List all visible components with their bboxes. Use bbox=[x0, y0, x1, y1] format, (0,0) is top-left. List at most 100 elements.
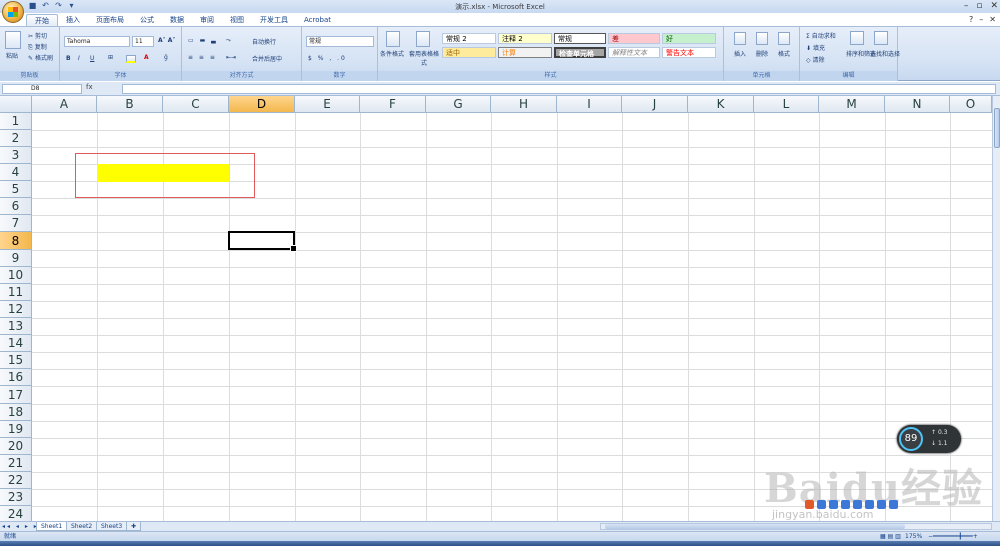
row-header-16[interactable]: 16 bbox=[0, 369, 32, 386]
tab-view[interactable]: 视图 bbox=[222, 14, 252, 26]
style-normal[interactable]: 常规 bbox=[554, 33, 606, 44]
find-select-icon[interactable] bbox=[874, 31, 888, 45]
help-icon[interactable]: ? bbox=[969, 15, 973, 24]
column-header-i[interactable]: I bbox=[557, 96, 622, 113]
wrap-text-button[interactable]: 自动换行 bbox=[252, 37, 276, 46]
row-header-19[interactable]: 19 bbox=[0, 421, 32, 438]
row-header-14[interactable]: 14 bbox=[0, 335, 32, 352]
zoom-slider[interactable]: −━━━━━━━╋━━━+ bbox=[928, 532, 978, 541]
row-header-10[interactable]: 10 bbox=[0, 267, 32, 284]
column-header-m[interactable]: M bbox=[819, 96, 885, 113]
tab-page-layout[interactable]: 页面布局 bbox=[88, 14, 132, 26]
tab-acrobat[interactable]: Acrobat bbox=[296, 14, 339, 26]
horizontal-scroll-thumb[interactable] bbox=[605, 524, 905, 529]
format-cells-icon[interactable] bbox=[778, 32, 790, 45]
row-header-11[interactable]: 11 bbox=[0, 284, 32, 301]
horizontal-align-icons[interactable]: ≡ ≡ ≡ bbox=[188, 54, 217, 61]
tab-insert[interactable]: 插入 bbox=[58, 14, 88, 26]
style-neutral[interactable]: 适中 bbox=[442, 47, 496, 58]
row-header-24[interactable]: 24 bbox=[0, 506, 32, 521]
insert-sheet-icon[interactable]: ✚ bbox=[126, 522, 142, 531]
insert-cells-icon[interactable] bbox=[734, 32, 746, 45]
column-header-f[interactable]: F bbox=[360, 96, 426, 113]
workbook-close-icon[interactable]: ✕ bbox=[989, 15, 996, 24]
font-name-select[interactable]: Tahoma bbox=[64, 36, 130, 47]
row-header-18[interactable]: 18 bbox=[0, 404, 32, 421]
horizontal-scrollbar[interactable] bbox=[600, 523, 992, 530]
style-explanatory[interactable]: 解释性文本 bbox=[608, 47, 660, 58]
paste-icon[interactable] bbox=[5, 31, 21, 49]
close-icon[interactable]: ✕ bbox=[990, 1, 998, 11]
office-button[interactable] bbox=[2, 1, 24, 23]
style-warning[interactable]: 警告文本 bbox=[662, 47, 716, 58]
delete-cells-button[interactable]: 删除 bbox=[756, 49, 768, 58]
style-check-cell[interactable]: 检查单元格 bbox=[554, 47, 606, 58]
column-header-n[interactable]: N bbox=[885, 96, 950, 113]
row-header-17[interactable]: 17 bbox=[0, 386, 32, 404]
indent-icon[interactable]: ⇤⇥ bbox=[226, 54, 236, 61]
column-header-c[interactable]: C bbox=[163, 96, 229, 113]
format-as-table-icon[interactable] bbox=[416, 31, 430, 47]
row-header-13[interactable]: 13 bbox=[0, 318, 32, 335]
view-mode-icons[interactable]: ▦ ▤ ▥ bbox=[880, 532, 901, 541]
column-header-l[interactable]: L bbox=[754, 96, 819, 113]
tab-review[interactable]: 审阅 bbox=[192, 14, 222, 26]
active-cell-d8[interactable] bbox=[228, 231, 297, 252]
conditional-format-button[interactable]: 条件格式 bbox=[380, 49, 404, 58]
format-as-table-button[interactable]: 套用表格格式 bbox=[408, 49, 440, 67]
conditional-format-icon[interactable] bbox=[386, 31, 400, 47]
fill-button[interactable]: ⬇ 填充 bbox=[806, 43, 825, 52]
insert-cells-button[interactable]: 插入 bbox=[734, 49, 746, 58]
sort-filter-icon[interactable] bbox=[850, 31, 864, 45]
paste-button[interactable]: 粘贴 bbox=[6, 51, 18, 60]
find-select-button[interactable]: 查找和选择 bbox=[870, 49, 900, 58]
style-bad[interactable]: 差 bbox=[608, 33, 660, 44]
row-header-12[interactable]: 12 bbox=[0, 301, 32, 318]
column-header-a[interactable]: A bbox=[32, 96, 97, 113]
style-good[interactable]: 好 bbox=[662, 33, 716, 44]
workbook-minimize-icon[interactable]: – bbox=[979, 15, 983, 24]
orientation-icon[interactable]: ⤳ bbox=[226, 37, 231, 45]
name-box[interactable]: D8 bbox=[2, 84, 82, 94]
select-all-corner[interactable] bbox=[0, 96, 32, 113]
border-icon[interactable]: ⊞ bbox=[108, 54, 113, 61]
clear-button[interactable]: ◇ 清除 bbox=[806, 55, 825, 64]
format-cells-button[interactable]: 格式 bbox=[778, 49, 790, 58]
sheet-tab-sheet3[interactable]: Sheet3 bbox=[96, 522, 128, 531]
column-header-k[interactable]: K bbox=[688, 96, 754, 113]
grow-font-icon[interactable]: A˄ A˅ bbox=[158, 37, 175, 44]
style-normal-2[interactable]: 常规 2 bbox=[442, 33, 496, 44]
row-header-2[interactable]: 2 bbox=[0, 130, 32, 147]
phonetic-icon[interactable]: ğ bbox=[164, 54, 168, 61]
row-header-7[interactable]: 7 bbox=[0, 215, 32, 232]
column-header-o[interactable]: O bbox=[950, 96, 992, 113]
number-format-icons[interactable]: $ % , .0 bbox=[308, 55, 347, 62]
vertical-align-icons[interactable]: ▭ ▬ ▃ bbox=[188, 37, 218, 44]
column-header-b[interactable]: B bbox=[97, 96, 163, 113]
format-painter-button[interactable]: ✎ 格式刷 bbox=[28, 53, 53, 62]
fill-color-icon[interactable] bbox=[126, 55, 136, 63]
zoom-level[interactable]: 175% bbox=[905, 532, 922, 541]
column-header-e[interactable]: E bbox=[295, 96, 360, 113]
bold-button[interactable]: B bbox=[66, 55, 71, 62]
row-header-20[interactable]: 20 bbox=[0, 438, 32, 455]
column-header-h[interactable]: H bbox=[491, 96, 557, 113]
row-header-23[interactable]: 23 bbox=[0, 489, 32, 506]
copy-button[interactable]: ⎘ 复制 bbox=[28, 42, 47, 52]
italic-button[interactable]: I bbox=[78, 55, 80, 62]
column-header-d[interactable]: D bbox=[229, 96, 295, 113]
font-size-select[interactable]: 11 bbox=[132, 36, 154, 47]
maximize-icon[interactable]: ▫ bbox=[976, 1, 982, 11]
row-header-6[interactable]: 6 bbox=[0, 198, 32, 215]
ime-tool-icon[interactable] bbox=[877, 500, 886, 509]
merge-center-button[interactable]: 合并后居中 bbox=[252, 54, 282, 63]
network-speed-widget[interactable]: 89 ↑ 0.3 ↓ 1.1 bbox=[897, 425, 961, 453]
sheet-tab-sheet1[interactable]: Sheet1 bbox=[36, 522, 68, 531]
font-color-icon[interactable]: A bbox=[144, 54, 149, 61]
row-header-21[interactable]: 21 bbox=[0, 455, 32, 472]
underline-button[interactable]: U bbox=[90, 55, 94, 62]
delete-cells-icon[interactable] bbox=[756, 32, 768, 45]
column-header-g[interactable]: G bbox=[426, 96, 491, 113]
column-header-j[interactable]: J bbox=[622, 96, 688, 113]
formula-input[interactable] bbox=[122, 84, 996, 94]
